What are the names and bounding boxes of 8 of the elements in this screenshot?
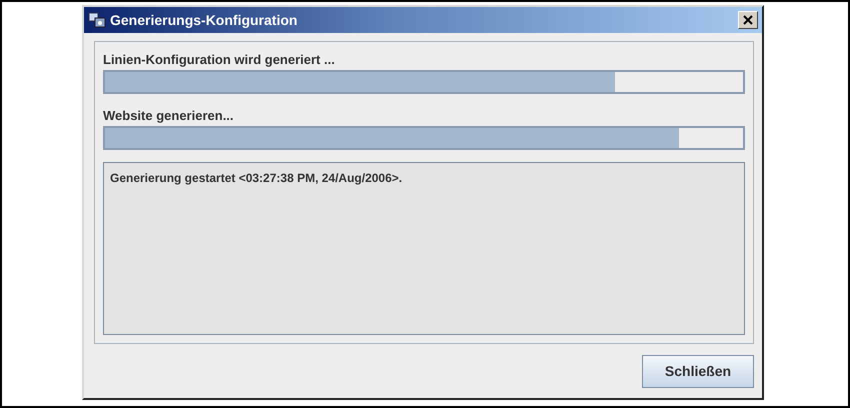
window-title: Generierungs-Konfiguration (110, 12, 298, 28)
app-icon (88, 11, 106, 29)
close-button[interactable] (738, 11, 758, 29)
task-label: Website generieren... (103, 108, 235, 123)
task-label: Linien-Konfiguration wird generiert ... (103, 52, 336, 67)
close-icon (743, 15, 753, 25)
close-dialog-button[interactable]: Schließen (642, 354, 754, 388)
log-text: Generierung gestartet <03:27:38 PM, 24/Aug/2006>. (103, 162, 745, 335)
